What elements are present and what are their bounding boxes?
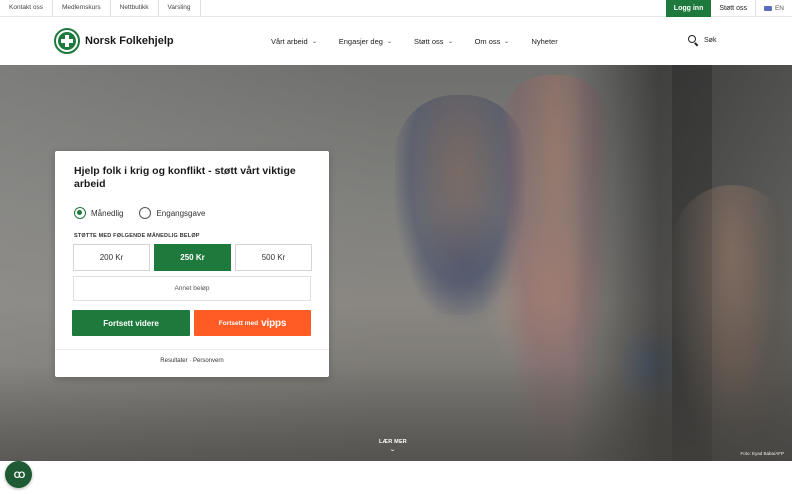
vipps-button-label: Fortsett med [218,319,259,327]
radio-unchecked-icon [139,207,152,219]
language-switcher[interactable]: EN [756,5,792,12]
cookie-settings-button[interactable]: CO [5,461,32,488]
utility-right: Logg inn Støtt oss EN [665,0,792,17]
donation-title: Hjelp folk i krig og konflikt - støtt vå… [74,165,296,190]
search-label: Søk [704,36,717,44]
vipps-logo: vipps [261,317,287,329]
learn-more-label: LÆR MER [379,439,407,445]
language-label: EN [774,5,784,12]
utility-link-shop[interactable]: Nettbutikk [111,0,159,16]
amount-options: 200 Kr 250 Kr 500 Kr [73,244,312,271]
donation-card: Hjelp folk i krig og konflikt - støtt vå… [55,151,329,377]
main-navigation: Norsk Folkehjelp Vårt arbeid ⌄ Engasjer d… [0,17,792,65]
menu-item-about-us[interactable]: Om oss ⌄ [475,37,511,46]
radio-one-time[interactable]: Engangsgave [139,207,205,219]
card-divider [55,349,329,350]
search-button[interactable]: Søk [688,35,716,45]
menu-item-news[interactable]: Nyheter [531,37,557,46]
main-menu: Vårt arbeid ⌄ Engasjer deg ⌄ Støtt oss ⌄ Om… [271,17,580,65]
radio-monthly[interactable]: Månedlig [74,207,123,219]
logo[interactable]: Norsk Folkehjelp [54,28,174,54]
support-link[interactable]: Støtt oss [711,0,756,17]
continue-button[interactable]: Fortsett videre [72,310,190,336]
other-amount-input[interactable]: Annet beløp [73,276,311,301]
amount-option-250[interactable]: 250 Kr [154,244,231,271]
logo-text: Norsk Folkehjelp [85,35,174,47]
amount-option-200[interactable]: 200 Kr [73,244,150,271]
menu-item-our-work[interactable]: Vårt arbeid ⌄ [271,37,317,46]
search-icon [688,35,698,45]
uk-flag-icon [763,6,772,11]
utility-bar: Kontakt oss Medlemskurs Nettbutikk Varsl… [0,0,792,17]
vipps-button[interactable]: Fortsett med vipps [194,310,311,336]
radio-checked-icon [74,207,86,219]
chevron-down-icon: ⌄ [446,38,454,45]
chevron-down-icon: ⌄ [503,38,511,45]
chevron-down-icon: ⌄ [310,38,318,45]
cookie-icon: CO [13,469,25,480]
utility-links: Kontakt oss Medlemskurs Nettbutikk Varsl… [0,0,201,17]
utility-link-whistleblowing[interactable]: Varsling [159,0,201,16]
privacy-link[interactable]: Personvern [193,358,224,364]
results-link[interactable]: Resultater [160,358,187,364]
frequency-selector: Månedlig Engangsgave [74,207,205,219]
login-button[interactable]: Logg inn [665,0,712,17]
learn-more-link[interactable]: LÆR MER ⌄ [379,439,407,453]
menu-item-support-us[interactable]: Støtt oss ⌄ [414,37,453,46]
logo-cross-icon [54,28,80,54]
utility-link-contact[interactable]: Kontakt oss [0,0,53,16]
amount-option-500[interactable]: 500 Kr [235,244,312,271]
photo-credit: Foto: Eyad Baba/AFP [740,451,784,456]
chevron-down-icon: ⌄ [389,447,397,453]
amount-heading: STØTTE MED FØLGENDE MÅNEDLIG BELØP [74,233,200,239]
menu-item-get-involved[interactable]: Engasjer deg ⌄ [339,37,393,46]
chevron-down-icon: ⌄ [386,38,393,45]
utility-link-course[interactable]: Medlemskurs [53,0,111,16]
card-footer-links: Resultater · Personvern [160,358,224,364]
